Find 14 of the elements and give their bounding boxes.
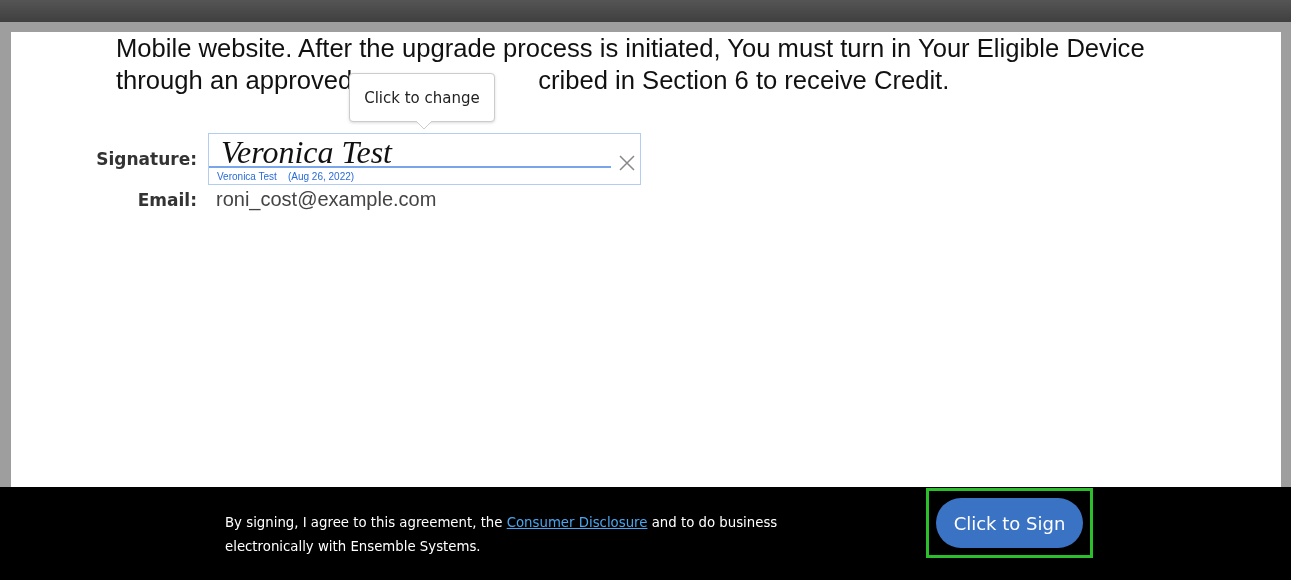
sign-button[interactable]: Click to Sign [936,498,1083,548]
body-text: through an approved [116,65,353,96]
email-value: roni_cost@example.com [215,188,438,211]
tooltip-text: Click to change [364,88,480,107]
consent-text: By signing, I agree to this agreement, the Consumer Disclosure and to do business electronically with Ensemble Systems. [225,514,779,556]
body-text: Mobile website. After the upgrade process is initiated, You must turn in Your Eligible Device [116,33,1145,64]
consumer-disclosure-link[interactable]: Consumer Disclosure [506,515,648,530]
close-icon[interactable] [619,155,635,171]
signature-label: Signature: [95,149,197,169]
signature-text: Veronica Test [221,134,392,171]
email-label: Email: [136,189,197,210]
body-text: cribed in Section 6 to receive Credit. [538,65,950,96]
signature-caption: Veronica Test (Aug 26, 2022) [217,171,355,182]
signature-field[interactable]: Veronica Test Veronica Test (Aug 26, 2022) [208,133,641,185]
